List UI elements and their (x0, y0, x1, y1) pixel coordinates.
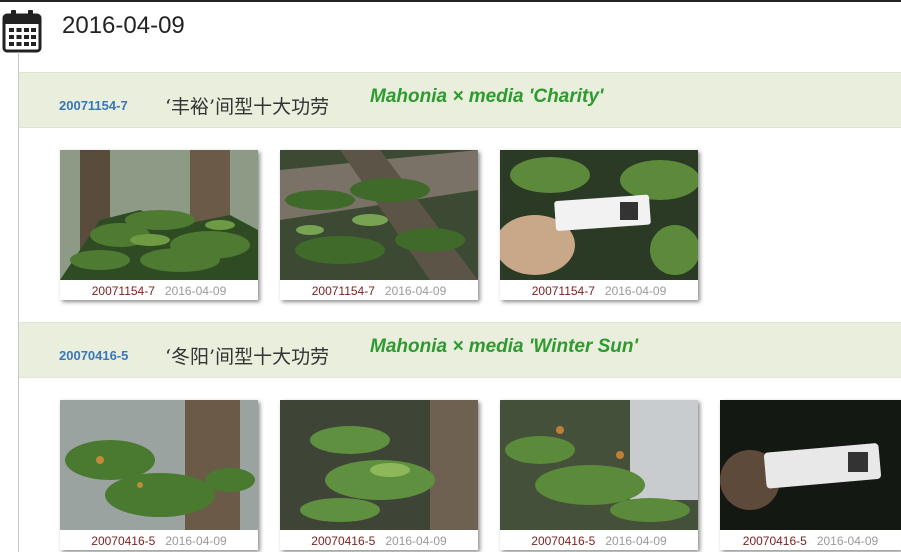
plant-photo[interactable] (280, 150, 478, 280)
plant-photo[interactable] (500, 400, 698, 530)
plant-group-header: 20070416-5 ‘冬阳’间型十大功劳 Mahonia × media 'W… (19, 322, 901, 378)
plant-photo[interactable] (500, 150, 698, 280)
photo-date: 2016-04-09 (384, 284, 447, 298)
photo-date: 2016-04-09 (385, 534, 447, 548)
plant-photo[interactable] (720, 400, 901, 530)
photo-date: 2016-04-09 (816, 534, 879, 548)
photo-card[interactable]: 20071154-7 2016-04-09 (500, 150, 698, 300)
photo-date: 2016-04-09 (165, 534, 227, 548)
scientific-name: Mahonia × media 'Winter Sun' (370, 336, 639, 357)
photo-card[interactable]: 20071154-7 2016-04-09 (280, 150, 478, 300)
photo-card[interactable]: 20070416-5 2016-04-09 (280, 400, 478, 550)
chinese-name: ‘丰裕’间型十大功劳 (165, 96, 330, 118)
photo-date: 2016-04-09 (604, 284, 667, 298)
photo-date: 2016-04-09 (605, 534, 667, 548)
calendar-icon (2, 10, 42, 53)
photo-card[interactable]: 20071154-7 2016-04-09 (60, 150, 258, 300)
photo-id: 20070416-5 (311, 534, 376, 548)
plant-photo[interactable] (60, 400, 258, 530)
accession-link[interactable]: 20071154-7 (59, 98, 128, 113)
photo-card[interactable]: 20070416-5 2016-04-09 (500, 400, 698, 550)
photo-id: 20071154-7 (531, 284, 595, 298)
page-date-heading: 2016-04-09 (62, 12, 185, 39)
scientific-name: Mahonia × media 'Charity' (370, 86, 604, 107)
plant-photo[interactable] (280, 400, 478, 530)
chinese-name: ‘冬阳’间型十大功劳 (165, 346, 330, 368)
photo-id: 20070416-5 (91, 534, 156, 548)
photo-id: 20071154-7 (91, 284, 155, 298)
photo-card[interactable]: 20070416-5 2016-04-09 (60, 400, 258, 550)
photo-card[interactable]: 20070416-5 2016-04-09 (720, 400, 901, 550)
accession-link[interactable]: 20070416-5 (59, 348, 128, 363)
top-border (0, 0, 901, 2)
photo-id: 20071154-7 (311, 284, 375, 298)
plant-group-header: 20071154-7 ‘丰裕’间型十大功劳 Mahonia × media 'C… (19, 72, 901, 128)
photo-date: 2016-04-09 (164, 284, 227, 298)
photo-id: 20070416-5 (742, 534, 807, 548)
plant-photo[interactable] (60, 150, 258, 280)
photo-id: 20070416-5 (531, 534, 596, 548)
